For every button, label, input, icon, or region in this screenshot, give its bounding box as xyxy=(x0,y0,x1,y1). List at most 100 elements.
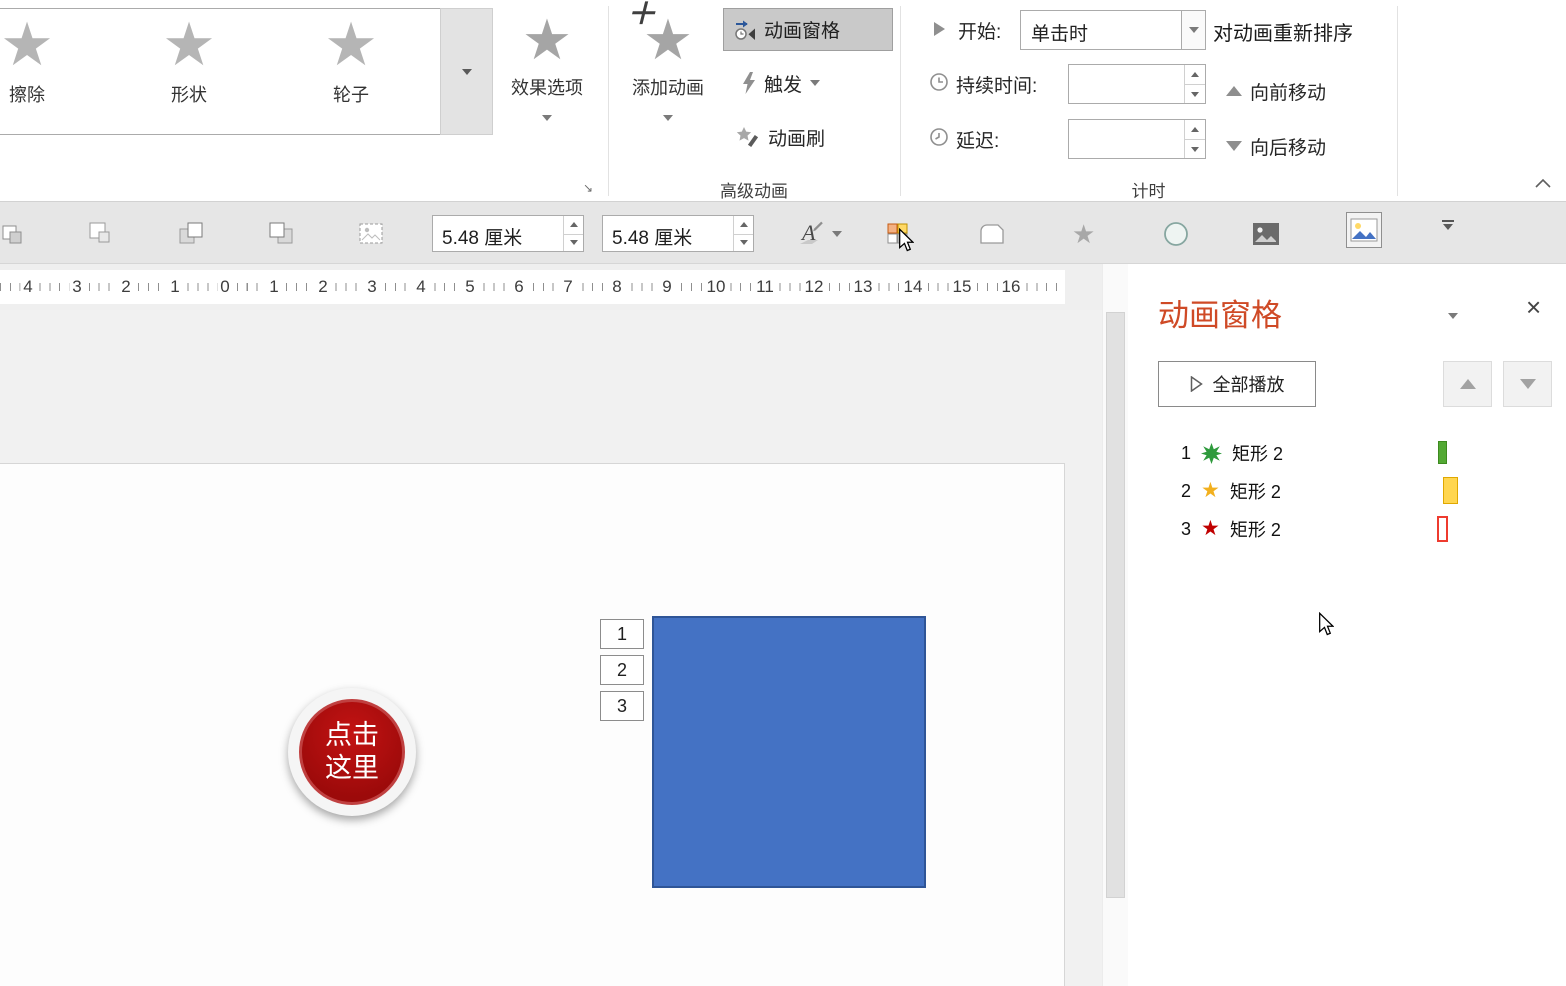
ruler-row: 4 3 2 1 0 1 2 3 4 5 6 7 8 9 10 11 12 13 … xyxy=(0,264,1102,310)
click-here-line2: 这里 xyxy=(325,752,379,785)
spin-up-button[interactable] xyxy=(1185,65,1205,84)
combobox-dropdown-button[interactable] xyxy=(1181,11,1205,49)
animation-tag-2[interactable]: 2 xyxy=(600,655,644,685)
spin-down-button[interactable] xyxy=(1185,139,1205,158)
click-here-button-shape[interactable]: 点击 这里 xyxy=(288,688,416,816)
spin-up-button[interactable] xyxy=(734,216,753,234)
shape-width-spinbox[interactable]: 5.48 厘米 xyxy=(602,215,754,252)
ruler-number: 14 xyxy=(901,277,926,297)
animation-tag-3[interactable]: 3 xyxy=(600,691,644,721)
start-combobox[interactable]: 单击时 xyxy=(1020,10,1206,50)
mouse-cursor-pane xyxy=(1318,612,1334,636)
send-backward-icon[interactable] xyxy=(268,218,296,250)
chevron-down-icon xyxy=(832,231,842,237)
ruler-number: 4 xyxy=(20,277,35,297)
move-earlier-button[interactable]: 向前移动 xyxy=(1226,71,1326,111)
move-later-button[interactable]: 向后移动 xyxy=(1226,126,1326,166)
spin-up-button[interactable] xyxy=(1185,120,1205,139)
play-icon xyxy=(1190,376,1203,392)
ruler-number: 15 xyxy=(950,277,975,297)
triangle-down-icon xyxy=(1226,141,1242,151)
vertical-scrollbar[interactable] xyxy=(1102,264,1128,986)
gallery-item-shapes[interactable]: ★ 形状 xyxy=(109,13,269,131)
spin-up-icon xyxy=(1191,72,1199,77)
ruler-number: 3 xyxy=(69,277,84,297)
chevron-down-icon xyxy=(1443,224,1453,230)
effect-options-star-icon: ★ xyxy=(498,8,596,72)
gallery-more-button[interactable] xyxy=(440,8,493,135)
timeline-bar-entrance[interactable] xyxy=(1438,441,1447,464)
spin-down-button[interactable] xyxy=(734,234,753,252)
pane-close-button[interactable]: × xyxy=(1526,294,1541,320)
gallery-item-wipe[interactable]: ★ 擦除 xyxy=(0,13,107,131)
animation-tag-1[interactable]: 1 xyxy=(600,619,644,649)
spin-down-button[interactable] xyxy=(564,234,583,252)
animation-target-name: 矩形 2 xyxy=(1232,440,1283,466)
chevron-down-icon xyxy=(1189,27,1199,33)
animation-item-3[interactable]: 3 ★ 矩形 2 xyxy=(1128,510,1566,548)
align-shape-icon[interactable] xyxy=(88,218,114,250)
shape-height-value: 5.48 厘米 xyxy=(442,223,522,250)
chevron-down-icon xyxy=(462,69,472,75)
ruler-number: 2 xyxy=(315,277,330,297)
collapse-ribbon-icon[interactable] xyxy=(1534,178,1552,188)
trigger-button[interactable]: 触发 xyxy=(742,63,820,103)
animation-order: 1 xyxy=(1175,443,1191,464)
pane-move-up-button[interactable] xyxy=(1443,361,1492,407)
spin-up-icon xyxy=(740,222,748,227)
shapes-star-icon: ★ xyxy=(109,13,269,77)
oval-shape-icon[interactable] xyxy=(1162,218,1190,250)
animation-item-2[interactable]: 2 ★ 矩形 2 xyxy=(1128,472,1566,510)
crop-picture-icon[interactable] xyxy=(358,218,386,250)
powerpoint-window: ★ 擦除 ★ 形状 ★ 轮子 ↘ ★ 效果选项 ★＋ 添加动画 xyxy=(0,0,1566,986)
plus-icon: ＋ xyxy=(626,0,656,30)
spin-up-button[interactable] xyxy=(564,216,583,234)
shape-effects-icon[interactable]: A xyxy=(794,218,842,250)
ruler-number: 8 xyxy=(609,277,624,297)
bring-forward-icon[interactable] xyxy=(178,218,206,250)
start-play-icon xyxy=(932,21,946,37)
animation-item-1[interactable]: 1 矩形 2 xyxy=(1128,434,1566,472)
add-animation-button[interactable]: ★＋ 添加动画 xyxy=(618,8,718,160)
group-separator xyxy=(1397,6,1398,196)
effect-options-button[interactable]: ★ 效果选项 xyxy=(498,8,596,160)
picture-icon[interactable] xyxy=(1252,218,1280,250)
pane-options-button[interactable] xyxy=(1448,306,1458,324)
arrange-shape-icon[interactable] xyxy=(2,218,28,250)
add-animation-label: 添加动画 xyxy=(618,74,718,100)
wheel-star-icon: ★ xyxy=(271,13,431,77)
animation-list: 1 矩形 2 2 ★ 矩形 2 3 ★ 矩形 2 xyxy=(1128,434,1566,548)
toolbar-options-icon[interactable] xyxy=(1442,220,1454,252)
start-label: 开始: xyxy=(958,17,1001,44)
rectangle-2-shape[interactable] xyxy=(652,616,926,888)
ruler-number: 13 xyxy=(851,277,876,297)
delay-spinbox[interactable] xyxy=(1068,119,1206,159)
timeline-bar-emphasis[interactable] xyxy=(1443,477,1458,504)
spin-up-icon xyxy=(570,222,578,227)
shape-height-spinbox[interactable]: 5.48 厘米 xyxy=(432,215,584,252)
pane-move-down-button[interactable] xyxy=(1503,361,1552,407)
ruler-number: 11 xyxy=(753,277,777,297)
move-later-label: 向后移动 xyxy=(1250,133,1326,160)
timeline-bar-exit[interactable] xyxy=(1437,516,1448,542)
change-shape-icon[interactable] xyxy=(978,218,1006,250)
animation-pane-toggle-button[interactable]: 动画窗格 xyxy=(723,8,893,51)
horizontal-ruler[interactable]: 4 3 2 1 0 1 2 3 4 5 6 7 8 9 10 11 12 13 … xyxy=(0,270,1065,304)
slide-canvas[interactable]: 点击 这里 1 2 3 xyxy=(0,463,1065,986)
spin-down-button[interactable] xyxy=(1185,84,1205,103)
duration-spinbox[interactable] xyxy=(1068,64,1206,104)
dialog-launcher-icon[interactable]: ↘ xyxy=(581,181,595,195)
scrollbar-thumb[interactable] xyxy=(1106,312,1125,898)
animation-painter-button[interactable]: 动画刷 xyxy=(736,117,825,157)
trigger-label: 触发 xyxy=(764,70,802,97)
animation-styles-icon[interactable]: ★ xyxy=(1072,218,1095,250)
advanced-animation-group-label: 高级动画 xyxy=(608,177,900,202)
insert-picture-icon[interactable] xyxy=(1346,214,1382,246)
gallery-item-wheel[interactable]: ★ 轮子 xyxy=(271,13,431,131)
ruler-number: 2 xyxy=(118,277,133,297)
triangle-up-icon xyxy=(1460,379,1476,389)
play-all-button[interactable]: 全部播放 xyxy=(1158,361,1316,407)
ruler-number: 9 xyxy=(659,277,674,297)
animation-pane-icon xyxy=(734,19,756,41)
ruler-number: 16 xyxy=(999,277,1024,297)
